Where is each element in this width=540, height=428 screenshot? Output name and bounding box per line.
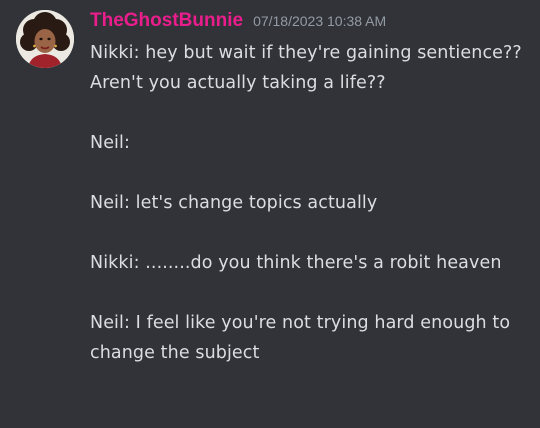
message-line: Nikki: ........do you think there's a ro…: [90, 253, 502, 273]
username[interactable]: TheGhostBunnie: [90, 10, 243, 32]
timestamp[interactable]: 07/18/2023 10:38 AM: [253, 13, 386, 29]
message-line: Neil:: [90, 133, 130, 153]
message-header: TheGhostBunnie 07/18/2023 10:38 AM: [90, 10, 528, 38]
user-avatar-icon[interactable]: [16, 10, 74, 68]
message-content: Nikki: hey but wait if they're gaining s…: [90, 38, 530, 368]
message-line: Nikki: hey but wait if they're gaining s…: [90, 43, 522, 93]
message-line: Neil: I feel like you're not trying hard…: [90, 313, 511, 363]
message-line: Neil: let's change topics actually: [90, 193, 378, 213]
chat-message: TheGhostBunnie 07/18/2023 10:38 AM Nikki…: [0, 0, 540, 428]
